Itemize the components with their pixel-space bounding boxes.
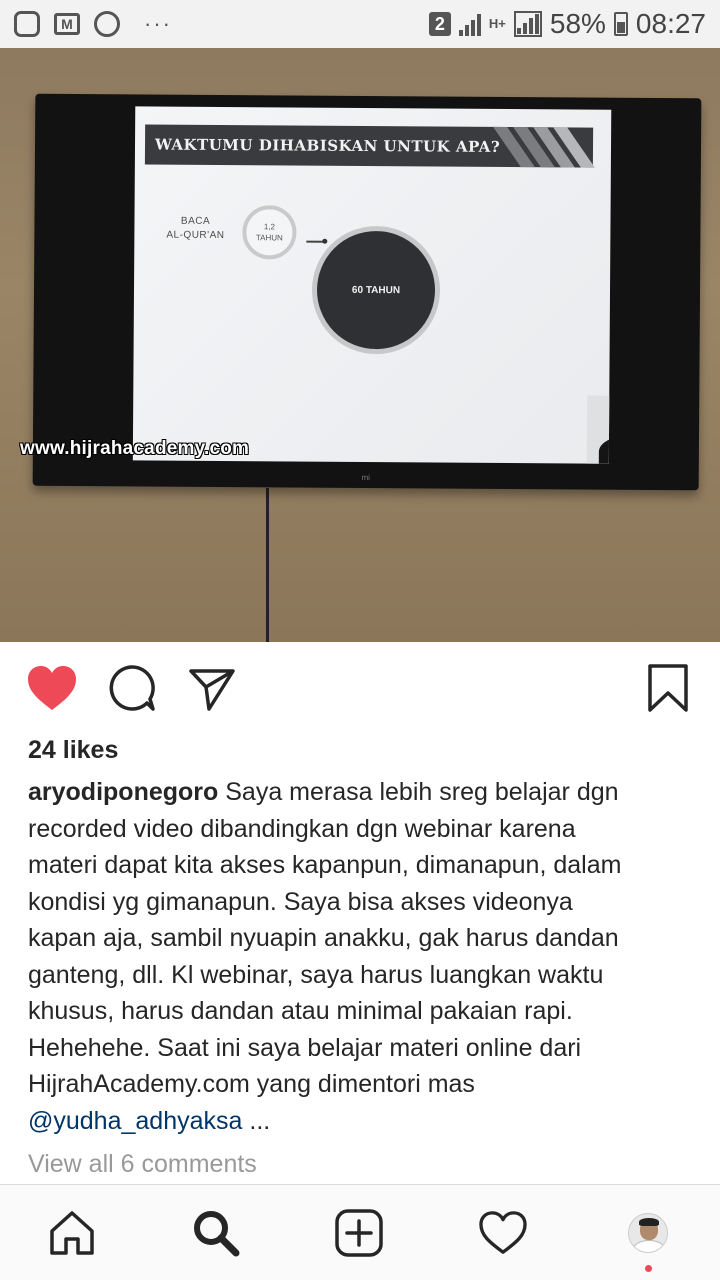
- watermark: www.hijrahacademy.com: [20, 438, 250, 459]
- caption-line: kondisi yg gimanapun. Saya bisa akses vi…: [28, 887, 573, 916]
- caption-text: Saya merasa lebih sreg belajar dgn: [218, 778, 619, 806]
- comment-button[interactable]: [104, 660, 160, 716]
- notification-dot: [645, 1265, 652, 1272]
- profile-avatar: [628, 1213, 668, 1253]
- caption-line: kapan aja, sambil nyuapin anakku, gak ha…: [28, 924, 619, 952]
- heart-filled-icon: [28, 666, 76, 710]
- tv-brand-logo: mi: [361, 472, 370, 483]
- nav-new-post[interactable]: [333, 1207, 385, 1259]
- tv-frame: WAKTUMU DIHABISKAN UNTUK APA? BACA AL-QU…: [32, 93, 702, 491]
- sim-badge: 2: [428, 12, 451, 36]
- nav-search[interactable]: [190, 1207, 242, 1259]
- battery-icon: [613, 12, 628, 36]
- caption-line: HijrahAcademy.com yang dimentori mas: [28, 1070, 475, 1098]
- direct-share-icon: [189, 669, 235, 711]
- small-circle-line1: 1,2: [263, 222, 276, 232]
- slide-title: WAKTUMU DIHABISKAN UNTUK APA?: [154, 135, 501, 156]
- connector-line: [306, 240, 325, 243]
- more-notifications-icon: ···: [144, 11, 172, 36]
- status-bar: M ··· 2 H+ 58% 08:27: [0, 0, 720, 48]
- signal-icon-2: [513, 11, 542, 37]
- nav-activity[interactable]: [477, 1207, 529, 1259]
- caption-line: @yudha_adhyaksa ...: [28, 1103, 698, 1140]
- caption-line: recorded video dibandingkan dgn webinar …: [28, 814, 576, 843]
- b-icon: [94, 11, 120, 37]
- small-circle-line2: TAHUN: [255, 233, 283, 243]
- post-actions: [0, 642, 720, 738]
- gmail-icon: M: [54, 13, 80, 35]
- network-type: H+: [488, 16, 506, 31]
- instagram-icon: [14, 11, 40, 37]
- search-icon: [194, 1211, 240, 1257]
- home-icon: [50, 1211, 94, 1255]
- small-circle: 1,2 TAHUN: [242, 205, 297, 260]
- like-button[interactable]: [24, 660, 80, 716]
- webcam-overlay: [586, 395, 612, 464]
- post-photo[interactable]: WAKTUMU DIHABISKAN UNTUK APA? BACA AL-QU…: [0, 48, 720, 642]
- caption-username[interactable]: aryodiponegoro: [28, 778, 218, 806]
- likes-count[interactable]: 24 likes: [28, 736, 118, 765]
- slide-label-line1: BACA: [180, 215, 211, 227]
- nav-home[interactable]: [46, 1207, 98, 1259]
- comment-icon: [109, 665, 155, 711]
- heart-outline-icon: [479, 1211, 527, 1254]
- slide-banner: WAKTUMU DIHABISKAN UNTUK APA?: [144, 124, 595, 168]
- slide-label-line2: AL-QUR'AN: [166, 229, 225, 242]
- caption-line: materi dapat kita akses kapanpun, dimana…: [28, 851, 622, 879]
- clock: 08:27: [635, 8, 706, 39]
- new-post-icon: [335, 1209, 383, 1257]
- bookmark-icon: [648, 664, 688, 712]
- mention-link[interactable]: @yudha_adhyaksa: [28, 1107, 242, 1135]
- big-circle-text: 60 TAHUN: [351, 284, 401, 296]
- battery-percent: 58%: [549, 8, 606, 39]
- caption-line: aryodiponegoro Saya merasa lebih sreg be…: [28, 774, 698, 811]
- save-button[interactable]: [640, 660, 696, 716]
- slide-label: BACA AL-QUR'AN: [166, 215, 224, 243]
- bottom-nav: [0, 1184, 720, 1280]
- tv-cable: [266, 488, 269, 642]
- caption-line: khusus, harus dandan atau minimal pakaia…: [28, 997, 573, 1025]
- big-circle: 60 TAHUN: [311, 225, 441, 355]
- post-caption: aryodiponegoro Saya merasa lebih sreg be…: [28, 774, 698, 1139]
- caption-line: Hehehehe. Saat ini saya belajar materi o…: [28, 1033, 582, 1062]
- view-all-comments-link[interactable]: View all 6 comments: [28, 1150, 257, 1179]
- share-button[interactable]: [184, 660, 240, 716]
- more-link[interactable]: ...: [242, 1107, 270, 1135]
- caption-line: ganteng, dll. Kl webinar, saya harus lua…: [28, 960, 604, 989]
- signal-icon: [458, 12, 481, 36]
- nav-profile[interactable]: [622, 1207, 674, 1259]
- tv-screen: WAKTUMU DIHABISKAN UNTUK APA? BACA AL-QU…: [132, 106, 612, 464]
